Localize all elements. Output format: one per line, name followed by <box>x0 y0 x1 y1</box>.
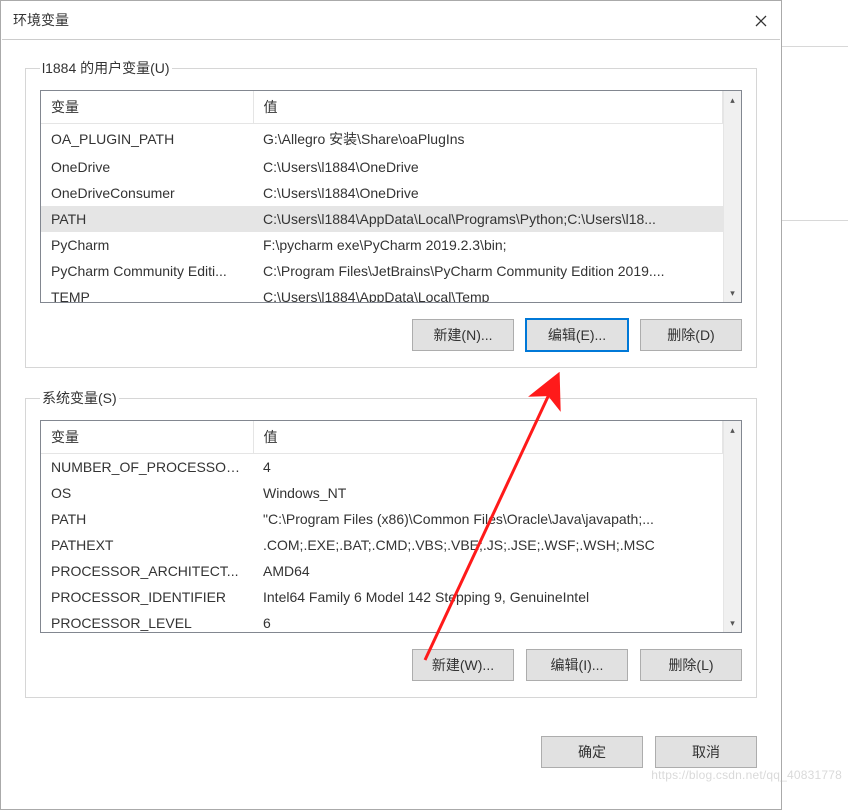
system-new-button[interactable]: 新建(W)... <box>412 649 514 681</box>
table-row[interactable]: PyCharm Community Editi...C:\Program Fil… <box>41 258 723 284</box>
system-vars-group: 系统变量(S) 变量 值 NUMBER_OF_PROCESSORS4OSWind… <box>25 388 757 698</box>
cell-value: 4 <box>253 454 723 481</box>
col-header-name[interactable]: 变量 <box>41 91 253 124</box>
cell-value: Intel64 Family 6 Model 142 Stepping 9, G… <box>253 584 723 610</box>
table-row[interactable]: PATHC:\Users\l1884\AppData\Local\Program… <box>41 206 723 232</box>
dialog-title: 环境变量 <box>13 10 69 30</box>
cell-value: C:\Program Files\JetBrains\PyCharm Commu… <box>253 258 723 284</box>
cell-value: .COM;.EXE;.BAT;.CMD;.VBS;.VBE;.JS;.JSE;.… <box>253 532 723 558</box>
user-vars-group: l1884 的用户变量(U) 变量 值 OA_PLUGIN_PATHG:\All… <box>25 58 757 368</box>
cell-name: PROCESSOR_IDENTIFIER <box>41 584 253 610</box>
table-row[interactable]: NUMBER_OF_PROCESSORS4 <box>41 454 723 481</box>
cell-name: OneDriveConsumer <box>41 180 253 206</box>
scrollbar[interactable]: ▴ ▾ <box>723 421 741 632</box>
ok-button[interactable]: 确定 <box>541 736 643 768</box>
cell-name: PATH <box>41 206 253 232</box>
table-row[interactable]: OneDriveConsumerC:\Users\l1884\OneDrive <box>41 180 723 206</box>
watermark: https://blog.csdn.net/qq_40831778 <box>651 768 842 782</box>
system-delete-button[interactable]: 删除(L) <box>640 649 742 681</box>
user-vars-list[interactable]: 变量 值 OA_PLUGIN_PATHG:\Allegro 安装\Share\o… <box>40 90 742 303</box>
user-delete-button[interactable]: 删除(D) <box>640 319 742 351</box>
cell-name: PyCharm <box>41 232 253 258</box>
dialog-footer: 确定 取消 <box>1 726 781 768</box>
cancel-button[interactable]: 取消 <box>655 736 757 768</box>
titlebar: 环境变量 <box>1 1 781 39</box>
cell-name: OS <box>41 480 253 506</box>
cell-name: PROCESSOR_ARCHITECT... <box>41 558 253 584</box>
table-row[interactable]: OSWindows_NT <box>41 480 723 506</box>
background-panel <box>782 0 848 810</box>
cell-name: NUMBER_OF_PROCESSORS <box>41 454 253 481</box>
system-vars-list[interactable]: 变量 值 NUMBER_OF_PROCESSORS4OSWindows_NTPA… <box>40 420 742 633</box>
scrollbar[interactable]: ▴ ▾ <box>723 91 741 302</box>
cell-name: OA_PLUGIN_PATH <box>41 124 253 155</box>
cell-value: C:\Users\l1884\AppData\Local\Programs\Py… <box>253 206 723 232</box>
cell-value: C:\Users\l1884\AppData\Local\Temp <box>253 284 723 302</box>
table-row[interactable]: PATH"C:\Program Files (x86)\Common Files… <box>41 506 723 532</box>
table-row[interactable]: PROCESSOR_LEVEL6 <box>41 610 723 632</box>
close-button[interactable] <box>747 7 775 35</box>
table-row[interactable]: TEMPC:\Users\l1884\AppData\Local\Temp <box>41 284 723 302</box>
cell-value: G:\Allegro 安装\Share\oaPlugIns <box>253 124 723 155</box>
user-new-button[interactable]: 新建(N)... <box>412 319 514 351</box>
table-row[interactable]: PROCESSOR_ARCHITECT...AMD64 <box>41 558 723 584</box>
env-vars-dialog: 环境变量 l1884 的用户变量(U) 变量 值 <box>0 0 782 810</box>
scroll-up-icon[interactable]: ▴ <box>724 91 741 109</box>
cell-value: 6 <box>253 610 723 632</box>
cell-value: C:\Users\l1884\OneDrive <box>253 180 723 206</box>
cell-value: F:\pycharm exe\PyCharm 2019.2.3\bin; <box>253 232 723 258</box>
user-vars-legend: l1884 的用户变量(U) <box>40 58 172 78</box>
table-row[interactable]: PATHEXT.COM;.EXE;.BAT;.CMD;.VBS;.VBE;.JS… <box>41 532 723 558</box>
col-header-value[interactable]: 值 <box>253 421 723 454</box>
system-vars-legend: 系统变量(S) <box>40 388 119 408</box>
system-edit-button[interactable]: 编辑(I)... <box>526 649 628 681</box>
bg-divider <box>782 220 848 221</box>
bg-divider <box>782 46 848 47</box>
col-header-name[interactable]: 变量 <box>41 421 253 454</box>
col-header-value[interactable]: 值 <box>253 91 723 124</box>
cell-value: C:\Users\l1884\OneDrive <box>253 154 723 180</box>
table-row[interactable]: OA_PLUGIN_PATHG:\Allegro 安装\Share\oaPlug… <box>41 124 723 155</box>
user-edit-button[interactable]: 编辑(E)... <box>526 319 628 351</box>
cell-name: PyCharm Community Editi... <box>41 258 253 284</box>
close-icon <box>755 15 767 27</box>
scroll-down-icon[interactable]: ▾ <box>724 614 741 632</box>
cell-value: AMD64 <box>253 558 723 584</box>
cell-name: PATHEXT <box>41 532 253 558</box>
table-row[interactable]: PyCharmF:\pycharm exe\PyCharm 2019.2.3\b… <box>41 232 723 258</box>
cell-value: Windows_NT <box>253 480 723 506</box>
cell-name: PATH <box>41 506 253 532</box>
scroll-down-icon[interactable]: ▾ <box>724 284 741 302</box>
cell-name: PROCESSOR_LEVEL <box>41 610 253 632</box>
cell-value: "C:\Program Files (x86)\Common Files\Ora… <box>253 506 723 532</box>
cell-name: OneDrive <box>41 154 253 180</box>
table-row[interactable]: OneDriveC:\Users\l1884\OneDrive <box>41 154 723 180</box>
table-row[interactable]: PROCESSOR_IDENTIFIERIntel64 Family 6 Mod… <box>41 584 723 610</box>
cell-name: TEMP <box>41 284 253 302</box>
scroll-up-icon[interactable]: ▴ <box>724 421 741 439</box>
